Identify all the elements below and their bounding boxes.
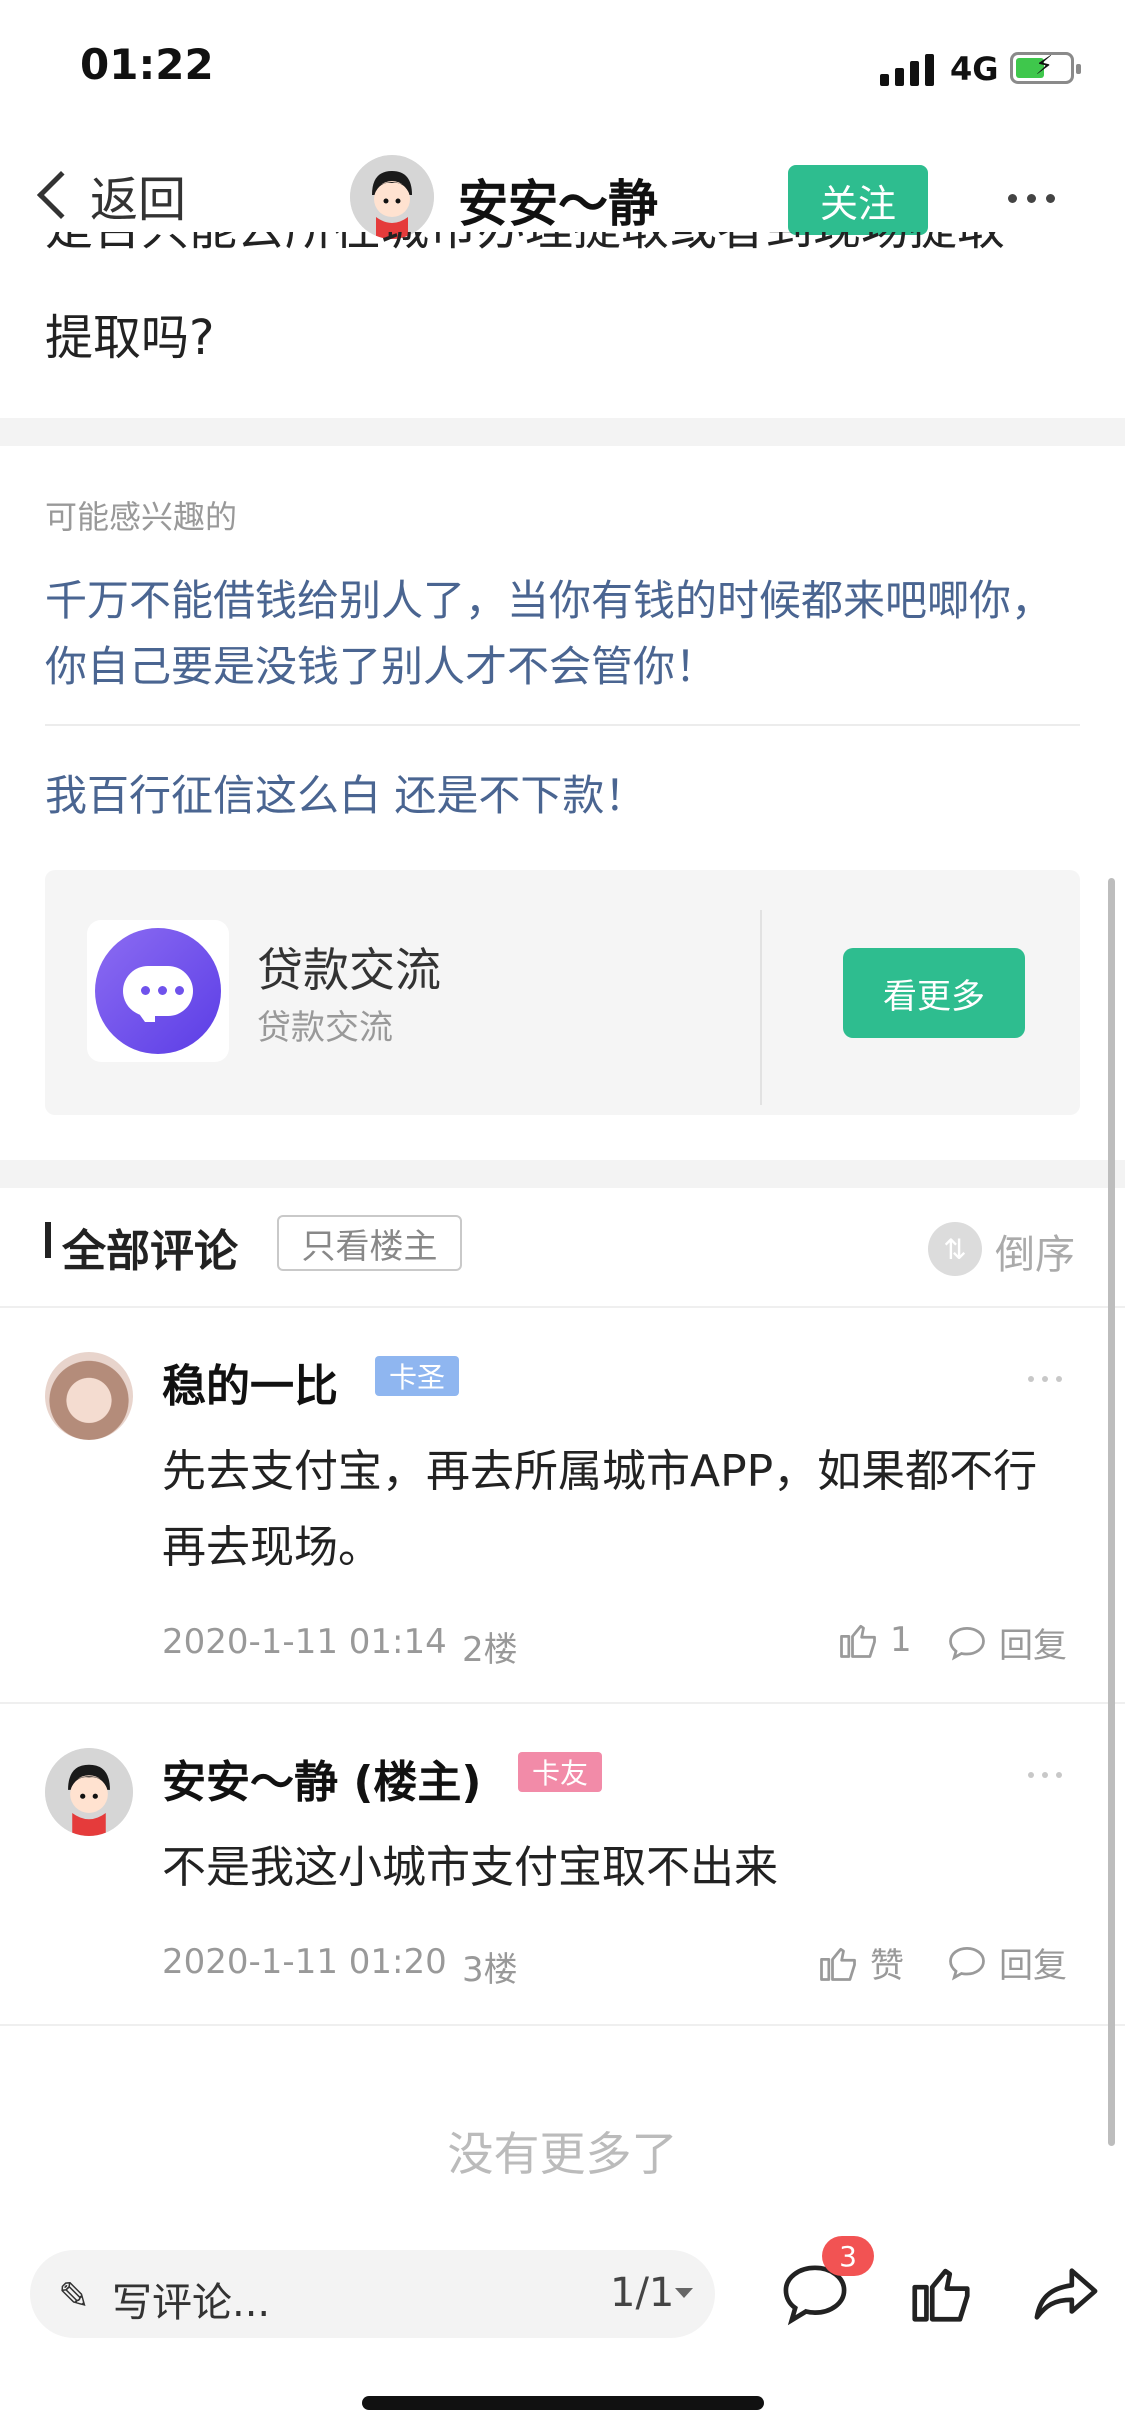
bubble-tail xyxy=(135,1008,155,1022)
interest-link-1[interactable]: 千万不能借钱给别人了，当你有钱的时候都来吧唧你，你自己要是没钱了别人才不会管你！ xyxy=(45,568,1085,700)
comment-input-placeholder: 写评论... xyxy=(112,2280,271,2326)
like-label: 赞 xyxy=(870,1946,904,1986)
follow-button[interactable]: 关注 xyxy=(788,165,928,235)
chat-bubble-icon xyxy=(95,928,221,1054)
row-divider xyxy=(0,1306,1125,1308)
author-avatar[interactable] xyxy=(350,155,434,239)
post-text: 提取吗? xyxy=(45,310,215,366)
sort-icon[interactable]: ⇅ xyxy=(928,1222,982,1276)
sort-order-label[interactable]: 倒序 xyxy=(995,1222,1075,1280)
comment-timestamp: 2020-1-11 01:20 xyxy=(162,1942,447,1982)
thumbs-up-glyph xyxy=(912,2268,970,2322)
section-divider xyxy=(0,1160,1125,1188)
comment-bubble-icon xyxy=(949,1946,985,1981)
page-indicator[interactable]: 1/1 xyxy=(610,2270,674,2316)
like-count: 1 xyxy=(890,1620,912,1660)
share-icon[interactable] xyxy=(1030,2262,1102,2330)
comment-count-badge: 3 xyxy=(822,2236,874,2276)
group-divider xyxy=(760,910,762,1105)
comment-more-icon[interactable] xyxy=(1028,1376,1062,1382)
group-subtitle: 贷款交流 xyxy=(257,1008,393,1048)
like-button[interactable]: 赞 xyxy=(816,1938,904,1987)
author-name: 安安～静 xyxy=(458,175,658,233)
bubble-dots xyxy=(141,986,184,995)
reply-label: 回复 xyxy=(999,1626,1067,1666)
post-text-cut-line: 是否只能去所在城市办理提取或者到现场提取 xyxy=(45,232,1085,258)
row-divider xyxy=(0,2024,1125,2026)
comments-title: 全部评论 xyxy=(62,1226,238,1277)
interest-divider xyxy=(45,724,1080,726)
caret-down-icon xyxy=(675,2288,693,2298)
comment-floor: 2楼 xyxy=(462,1630,518,1670)
home-indicator xyxy=(362,2396,764,2410)
comment-username[interactable]: 稳的一比 xyxy=(162,1350,338,1414)
cartoon-girl-icon xyxy=(350,155,434,239)
comment-username[interactable]: 安安～静 (楼主) xyxy=(162,1746,482,1810)
group-icon-box xyxy=(87,920,229,1062)
comment-text: 不是我这小城市支付宝取不出来 xyxy=(162,1842,778,1893)
reply-button[interactable]: 回复 xyxy=(945,1618,1067,1667)
scrollbar[interactable] xyxy=(1108,878,1115,2146)
signal-icon xyxy=(880,52,934,86)
comment-input[interactable]: ✎ 写评论... 1/1 xyxy=(30,2250,715,2338)
more-options-icon[interactable] xyxy=(1008,194,1055,203)
title-marker xyxy=(45,1222,51,1258)
interest-label: 可能感兴趣的 xyxy=(45,498,238,536)
see-more-button[interactable]: 看更多 xyxy=(843,948,1025,1038)
reply-label: 回复 xyxy=(999,1946,1067,1986)
status-time: 01:22 xyxy=(80,40,214,89)
avatar[interactable] xyxy=(45,1352,133,1440)
comment-more-icon[interactable] xyxy=(1028,1772,1062,1778)
back-button[interactable]: 返回 xyxy=(30,160,186,230)
back-label: 返回 xyxy=(90,172,187,228)
reply-button[interactable]: 回复 xyxy=(945,1938,1067,1987)
section-divider xyxy=(0,418,1125,446)
pencil-icon: ✎ xyxy=(58,2274,90,2318)
cartoon-girl-icon xyxy=(45,1748,133,1836)
comment-timestamp: 2020-1-11 01:14 xyxy=(162,1622,447,1662)
no-more-text: 没有更多了 xyxy=(447,2127,678,2181)
user-badge: 卡友 xyxy=(518,1752,603,1792)
thumbs-up-icon[interactable] xyxy=(906,2258,976,2332)
comment-text: 先去支付宝，再去所属城市APP，如果都不行再去现场。 xyxy=(162,1446,1038,1573)
chevron-left-icon xyxy=(36,170,86,220)
comment-bubble-icon xyxy=(949,1626,985,1661)
owner-only-button[interactable]: 只看楼主 xyxy=(277,1215,462,1271)
post-text-cut: 是否只能去所在城市办理提取或者到现场提取 xyxy=(45,232,1085,276)
interest-link-2[interactable]: 我百行征信这么白 还是不下款！ xyxy=(45,762,646,823)
group-title: 贷款交流 xyxy=(257,943,441,997)
row-divider xyxy=(0,1702,1125,1704)
avatar[interactable] xyxy=(45,1748,133,1836)
thumbs-up-icon xyxy=(820,1947,856,1981)
user-badge: 卡圣 xyxy=(375,1356,460,1396)
thumbs-up-icon xyxy=(840,1624,876,1658)
network-type: 4G xyxy=(950,50,999,88)
comment-floor: 3楼 xyxy=(462,1950,518,1990)
share-arrow-icon xyxy=(1034,2268,1098,2320)
like-button[interactable]: 1 xyxy=(836,1618,912,1662)
battery-icon: ⚡ xyxy=(1010,51,1081,84)
group-card[interactable]: 贷款交流 贷款交流 看更多 xyxy=(45,870,1080,1115)
